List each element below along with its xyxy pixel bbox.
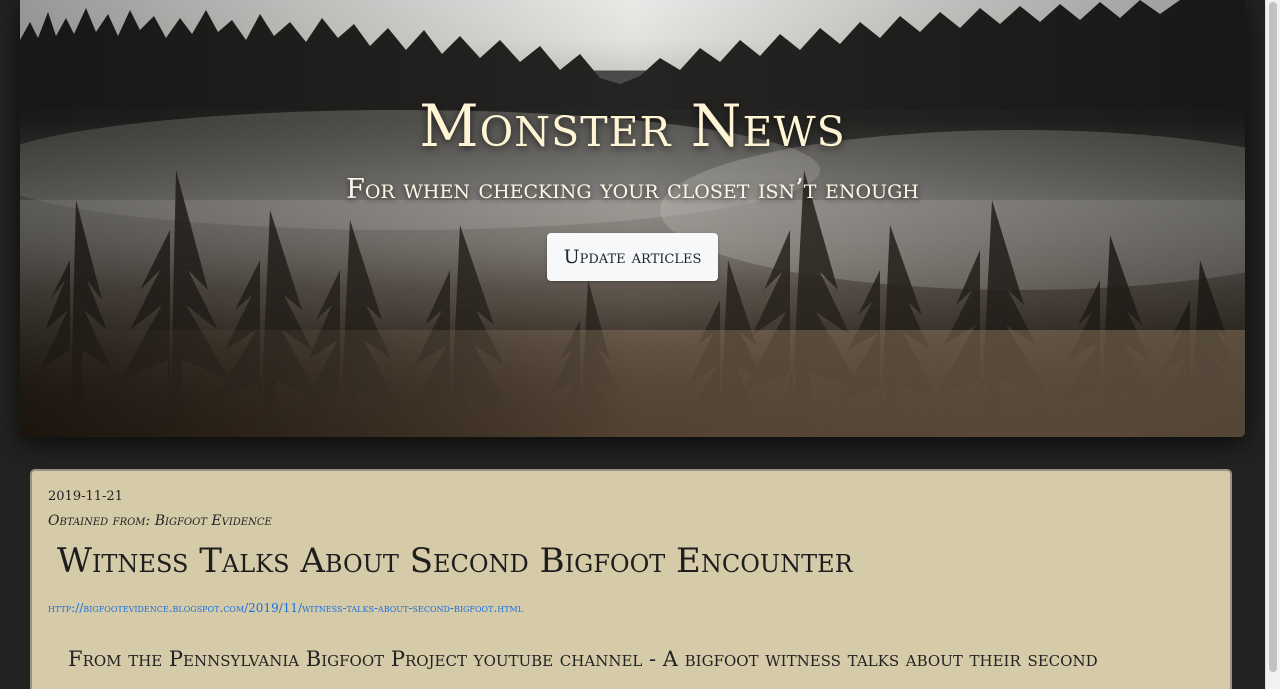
vertical-scrollbar[interactable] [1265, 0, 1280, 689]
article-source: Obtained from: Bigfoot Evidence [48, 513, 272, 529]
article-link[interactable]: http://bigfootevidence.blogspot.com/2019… [48, 601, 523, 615]
update-articles-button[interactable]: Update articles [547, 233, 718, 281]
page: Monster News For when checking your clos… [0, 0, 1265, 689]
site-subtitle: For when checking your closet isn’t enou… [346, 174, 919, 205]
article-date: 2019-11-21 [48, 489, 123, 504]
forest-background-image [20, 0, 1245, 437]
scrollbar-thumb[interactable] [1269, 2, 1277, 672]
hero-banner: Monster News For when checking your clos… [20, 0, 1245, 437]
article-title: Witness Talks About Second Bigfoot Encou… [57, 541, 853, 581]
article-card: 2019-11-21 Obtained from: Bigfoot Eviden… [30, 469, 1232, 689]
article-summary: From the Pennsylvania Bigfoot Project yo… [68, 647, 1098, 671]
site-title: Monster News [419, 92, 846, 160]
